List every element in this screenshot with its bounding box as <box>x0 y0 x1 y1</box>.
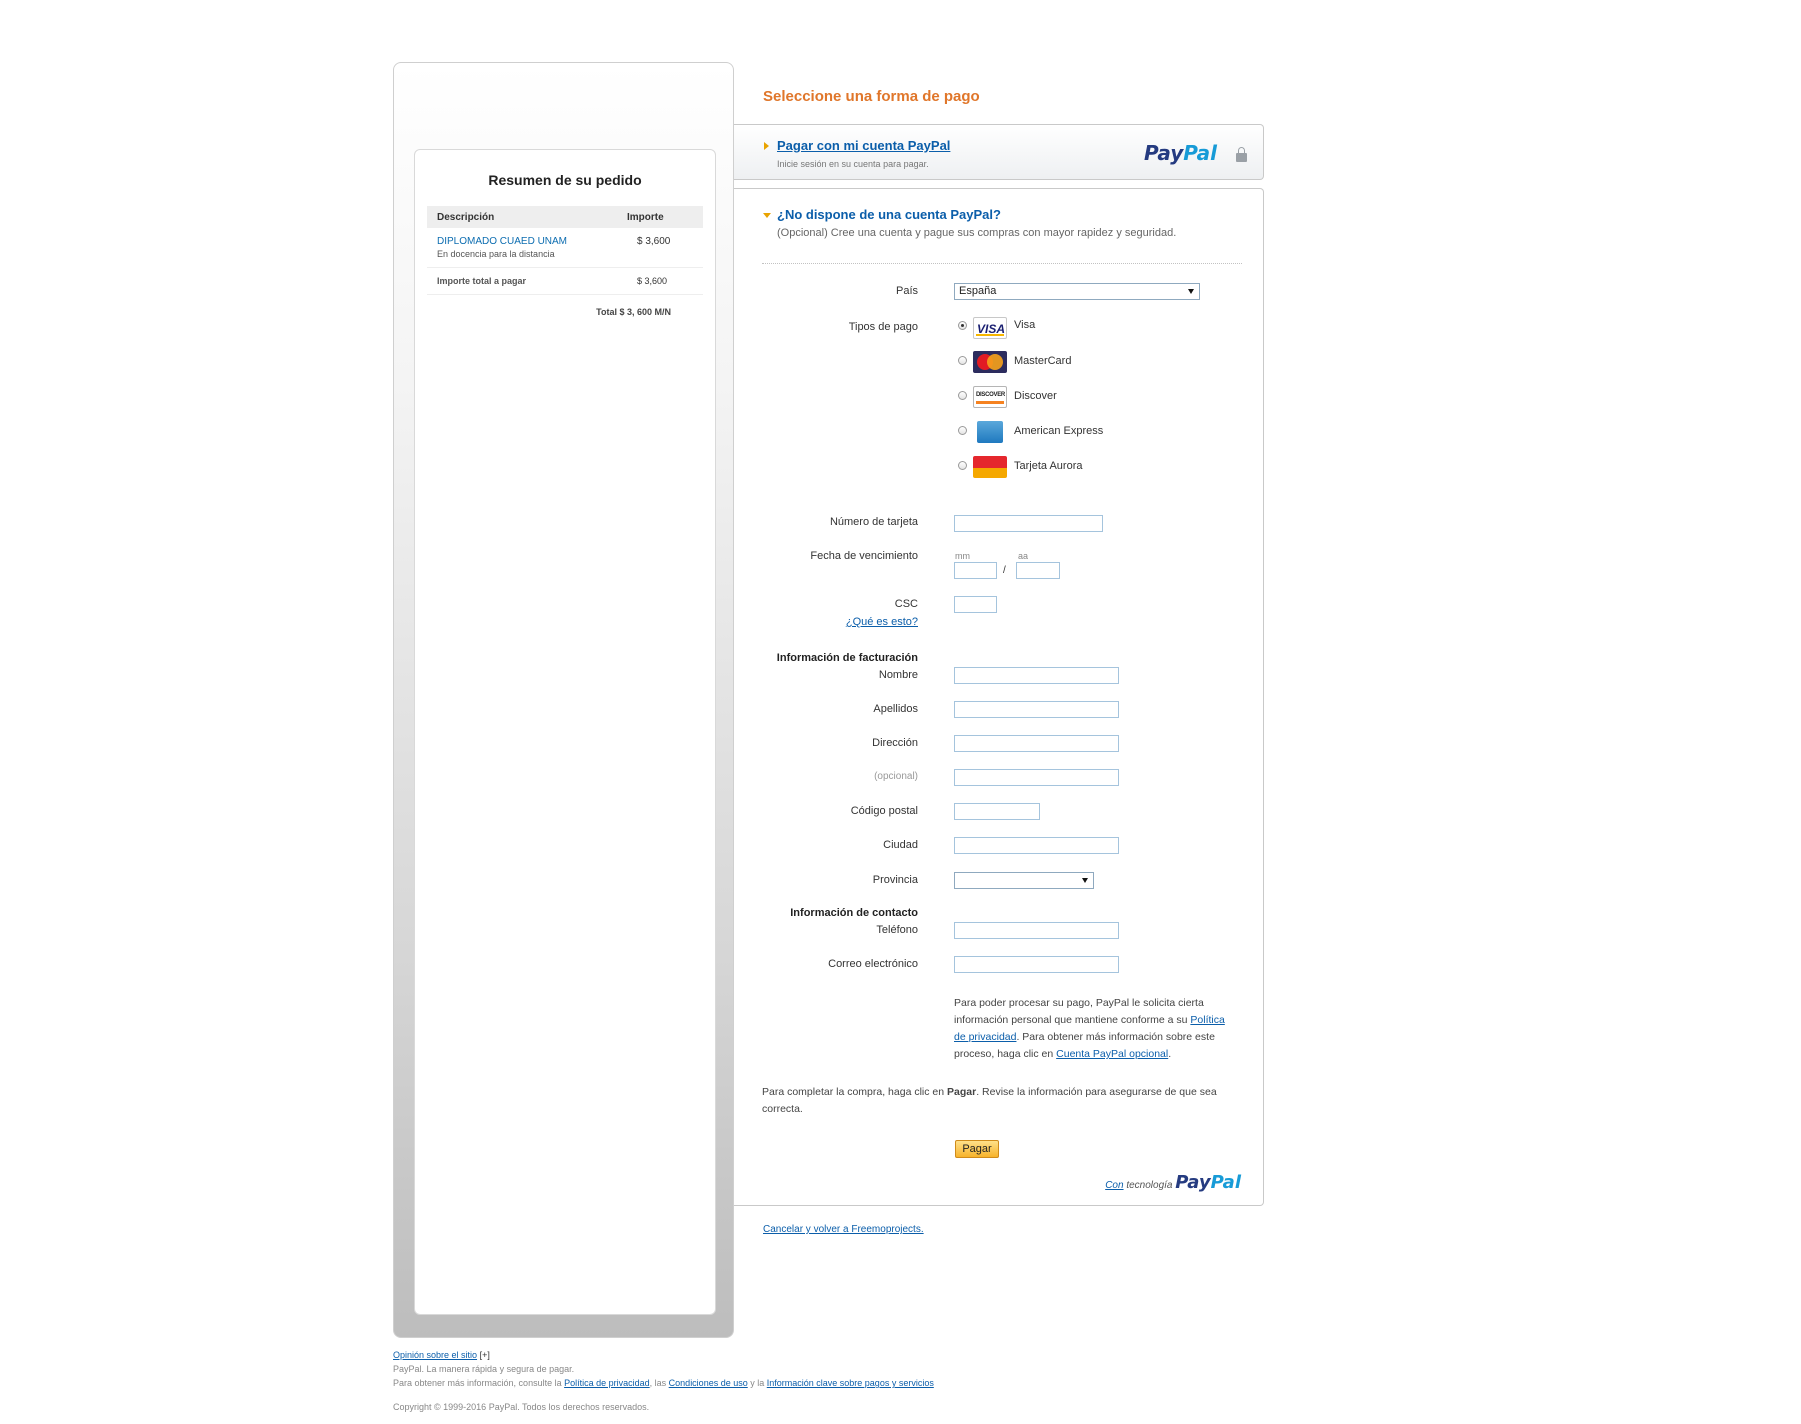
contact-heading: Información de contacto <box>790 907 918 919</box>
item-name: DIPLOMADO CUAED UNAM <box>437 236 568 247</box>
dropdown-caret-icon <box>1188 289 1194 294</box>
item-description: En docencia para la distancia <box>437 249 555 259</box>
country-label: País <box>895 285 918 297</box>
address2-input[interactable] <box>954 769 1119 786</box>
payment-types-label: Tipos de pago <box>848 321 918 333</box>
expiry-month-input[interactable] <box>954 562 997 579</box>
copyright: Copyright © 1999-2016 PayPal. Todos los … <box>393 1402 650 1412</box>
expiry-mm-hint: mm <box>955 551 970 561</box>
summary-item-row: DIPLOMADO CUAED UNAM En docencia para la… <box>427 228 703 268</box>
summary-total-row: Importe total a pagar $ 3,600 <box>427 268 703 295</box>
order-summary-frame: Resumen de su pedido Descripción Importe… <box>393 62 734 1338</box>
guest-subtitle: (Opcional) Cree una cuenta y pague sus c… <box>777 227 1177 239</box>
radio-visa[interactable] <box>958 321 967 330</box>
col-amount: Importe <box>627 211 664 223</box>
privacy-notice: Para poder procesar su pago, PayPal le s… <box>954 997 1225 1060</box>
dropdown-caret-icon <box>1082 878 1088 883</box>
radio-mastercard[interactable] <box>958 356 967 365</box>
total-label: Importe total a pagar <box>437 276 527 286</box>
csc-input[interactable] <box>954 596 997 613</box>
zip-input[interactable] <box>954 803 1040 820</box>
mastercard-label: MasterCard <box>1014 355 1072 367</box>
footer-terms-link[interactable]: Condiciones de uso <box>669 1378 748 1388</box>
amex-icon <box>977 421 1003 443</box>
expiry-year-input[interactable] <box>1016 562 1060 579</box>
card-number-input[interactable] <box>954 515 1103 532</box>
expiry-yy-hint: aa <box>1018 551 1029 561</box>
first-name-input[interactable] <box>954 667 1119 684</box>
address2-label: (opcional) <box>874 771 918 782</box>
total-amount: $ 3,600 <box>637 276 668 286</box>
collapse-arrow-icon <box>763 213 771 218</box>
pay-button[interactable]: Pagar <box>955 1140 999 1158</box>
divider <box>762 263 1242 264</box>
login-subtext: Inicie sesión en su cuenta para pagar. <box>777 159 929 169</box>
email-label: Correo electrónico <box>828 958 918 970</box>
csc-help-link[interactable]: ¿Qué es esto? <box>846 616 918 628</box>
footer-tagline: PayPal. La manera rápida y segura de pag… <box>393 1364 575 1374</box>
expiry-label: Fecha de vencimiento <box>810 550 918 562</box>
completion-note: Para completar la compra, haga clic en P… <box>762 1086 1217 1115</box>
province-label: Provincia <box>872 874 918 886</box>
footer-key-info-link[interactable]: Información clave sobre pagos y servicio… <box>767 1378 934 1388</box>
paypal-login-panel[interactable]: Pagar con mi cuenta PayPal Inicie sesión… <box>734 124 1264 180</box>
amex-label: American Express <box>1014 425 1104 437</box>
col-description: Descripción <box>437 211 495 223</box>
mastercard-icon <box>973 351 1007 373</box>
last-name-label: Apellidos <box>873 703 918 715</box>
discover-icon: DISCOVER <box>973 386 1007 408</box>
card-number-label: Número de tarjeta <box>829 516 918 528</box>
page-footer: Opinión sobre el sitio [+] PayPal. La ma… <box>393 1350 934 1412</box>
guest-checkout-form: ¿No dispone de una cuenta PayPal? (Opcio… <box>734 188 1264 1206</box>
zip-label: Código postal <box>850 805 918 817</box>
city-label: Ciudad <box>883 839 918 851</box>
order-summary-card: Resumen de su pedido Descripción Importe… <box>414 149 716 1315</box>
expand-arrow-icon <box>764 142 769 150</box>
guest-title[interactable]: ¿No dispone de una cuenta PayPal? <box>777 207 1001 222</box>
footer-privacy-link[interactable]: Política de privacidad <box>564 1378 650 1388</box>
email-input[interactable] <box>954 956 1119 973</box>
login-link[interactable]: Pagar con mi cuenta PayPal <box>777 138 950 153</box>
first-name-label: Nombre <box>878 669 918 681</box>
powered-by-paypal: Con tecnología PayPal <box>1105 1172 1241 1193</box>
page-title: Seleccione una forma de pago <box>763 88 980 105</box>
expiry-separator: / <box>1003 565 1006 576</box>
province-select[interactable] <box>954 872 1094 889</box>
summary-title: Resumen de su pedido <box>488 172 642 188</box>
paypal-logo: PayPal <box>1175 1172 1241 1193</box>
feedback-link[interactable]: Opinión sobre el sitio <box>393 1350 477 1360</box>
visa-icon: VISA <box>973 317 1007 339</box>
lock-icon <box>1236 147 1247 162</box>
summary-table: Descripción Importe DIPLOMADO CUAED UNAM… <box>427 206 703 317</box>
summary-table-header: Descripción Importe <box>427 206 703 228</box>
discover-label: Discover <box>1014 390 1057 402</box>
aurora-icon <box>973 456 1007 478</box>
billing-heading: Información de facturación <box>776 652 918 664</box>
phone-input[interactable] <box>954 922 1119 939</box>
phone-label: Teléfono <box>876 924 918 936</box>
csc-label: CSC <box>894 598 918 610</box>
last-name-input[interactable] <box>954 701 1119 718</box>
radio-aurora[interactable] <box>958 461 967 470</box>
grand-total: Total $ 3, 600 M/N <box>596 307 671 317</box>
aurora-label: Tarjeta Aurora <box>1014 460 1083 472</box>
cancel-return-link[interactable]: Cancelar y volver a Freemoprojects. <box>763 1224 924 1235</box>
radio-discover[interactable] <box>958 391 967 400</box>
address-input[interactable] <box>954 735 1119 752</box>
item-amount: $ 3,600 <box>637 236 671 247</box>
country-select[interactable]: España <box>954 283 1200 300</box>
address-label: Dirección <box>872 737 918 749</box>
city-input[interactable] <box>954 837 1119 854</box>
visa-label: Visa <box>1014 319 1036 331</box>
paypal-logo: PayPal <box>1144 141 1218 165</box>
optional-account-link[interactable]: Cuenta PayPal opcional <box>1056 1048 1168 1060</box>
radio-amex[interactable] <box>958 426 967 435</box>
